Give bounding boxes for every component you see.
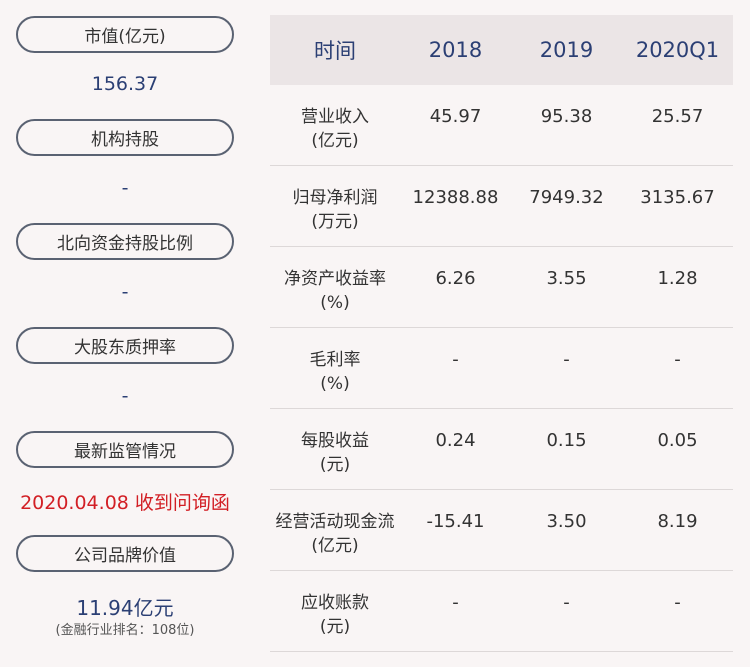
table-cell: -15.41 xyxy=(426,511,485,532)
row-name: 应收账款 xyxy=(301,593,369,613)
row-unit: (元) xyxy=(319,455,351,475)
row-unit: (%) xyxy=(320,374,350,394)
table-cell: - xyxy=(563,592,570,613)
table-cell: 12388.88 xyxy=(412,187,499,208)
northbound-holding-label: 北向资金持股比例 xyxy=(16,223,234,260)
northbound-holding-value: - xyxy=(121,281,129,303)
row-label: 每股收益 (元) xyxy=(270,429,400,477)
institutional-holding-label: 机构持股 xyxy=(16,119,234,156)
brand-rank-note: (金融行业排名：108位) xyxy=(55,623,195,638)
table-cell: - xyxy=(674,592,681,613)
header-cell-period: 时间 xyxy=(314,39,356,63)
table-cell: 3.50 xyxy=(546,511,587,532)
table-row: 每股收益 (元) 0.24 0.15 0.05 xyxy=(270,409,733,490)
table-cell: 95.38 xyxy=(540,106,593,127)
table-cell: - xyxy=(674,349,681,370)
row-label: 归母净利润 (万元) xyxy=(270,186,400,234)
table-cell: - xyxy=(452,592,459,613)
table-row: 净资产收益率 (%) 6.26 3.55 1.28 xyxy=(270,247,733,328)
row-name: 净资产收益率 xyxy=(284,269,386,289)
row-label: 净资产收益率 (%) xyxy=(270,267,400,315)
row-name: 归母净利润 xyxy=(292,188,378,208)
header-cell-2019: 2019 xyxy=(539,38,594,62)
row-unit: (亿元) xyxy=(311,536,359,556)
pledge-ratio-label: 大股东质押率 xyxy=(16,327,234,364)
table-row: 经营活动现金流 (亿元) -15.41 3.50 8.19 xyxy=(270,490,733,571)
market-cap-label: 市值(亿元) xyxy=(16,16,234,53)
row-name: 毛利率 xyxy=(309,350,361,370)
row-unit: (万元) xyxy=(311,212,359,232)
table-cell: 7949.32 xyxy=(529,187,604,208)
table-cell: 1.28 xyxy=(657,268,698,289)
table-cell: 3135.67 xyxy=(640,187,715,208)
table-cell: 45.97 xyxy=(429,106,482,127)
header-cell-2020q1: 2020Q1 xyxy=(635,38,720,62)
row-name: 每股收益 xyxy=(301,431,369,451)
table-cell: 6.26 xyxy=(435,268,476,289)
row-unit: (%) xyxy=(320,293,350,313)
regulatory-status-value: 2020.04.08 收到问询函 xyxy=(20,492,230,514)
table-row: 应收账款 (元) - - - xyxy=(270,571,733,652)
brand-value-label: 公司品牌价值 xyxy=(16,535,234,572)
row-label: 经营活动现金流 (亿元) xyxy=(270,510,400,558)
institutional-holding-value: - xyxy=(121,177,129,199)
row-label: 毛利率 (%) xyxy=(270,348,400,396)
table-cell: 3.55 xyxy=(546,268,587,289)
table-cell: 0.05 xyxy=(657,430,698,451)
financial-table: 时间 2018 2019 2020Q1 营业收入 (亿元) 45.97 95.38… xyxy=(270,15,733,652)
row-name: 营业收入 xyxy=(301,107,369,127)
brand-value-value: 11.94亿元 xyxy=(76,596,174,620)
summary-panel: 市值(亿元) 156.37 机构持股 - 北向资金持股比例 - 大股东质押率 -… xyxy=(0,0,250,667)
row-unit: (亿元) xyxy=(311,131,359,151)
regulatory-status-label: 最新监管情况 xyxy=(16,431,234,468)
table-row: 归母净利润 (万元) 12388.88 7949.32 3135.67 xyxy=(270,166,733,247)
table-cell: 8.19 xyxy=(657,511,698,532)
header-cell-2018: 2018 xyxy=(428,38,483,62)
table-cell: 25.57 xyxy=(651,106,704,127)
table-row: 毛利率 (%) - - - xyxy=(270,328,733,409)
row-label: 应收账款 (元) xyxy=(270,591,400,639)
table-header: 时间 2018 2019 2020Q1 xyxy=(270,15,733,85)
table-cell: 0.24 xyxy=(435,430,476,451)
table-cell: - xyxy=(452,349,459,370)
row-label: 营业收入 (亿元) xyxy=(270,105,400,153)
table-row: 营业收入 (亿元) 45.97 95.38 25.57 xyxy=(270,85,733,166)
table-cell: 0.15 xyxy=(546,430,587,451)
pledge-ratio-value: - xyxy=(121,385,129,407)
market-cap-value: 156.37 xyxy=(91,73,159,95)
table-cell: - xyxy=(563,349,570,370)
row-unit: (元) xyxy=(319,617,351,637)
row-name: 经营活动现金流 xyxy=(275,512,395,532)
